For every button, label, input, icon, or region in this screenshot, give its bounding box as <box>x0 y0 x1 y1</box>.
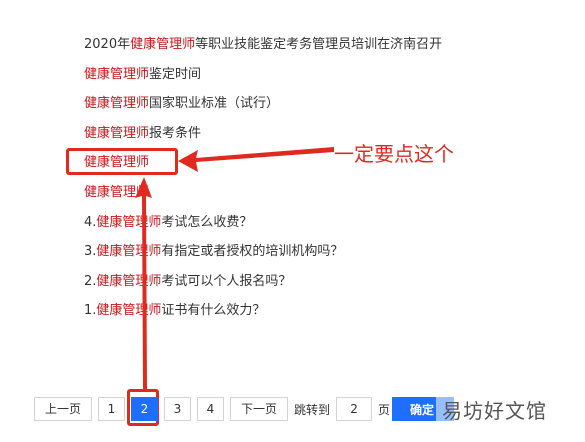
result-item[interactable]: 健康管理师 <box>84 178 442 208</box>
result-keyword: 健康管理师 <box>130 37 196 52</box>
page-numbers: 1234 <box>98 397 230 421</box>
result-keyword: 健康管理师 <box>84 125 150 141</box>
page-button-2[interactable]: 2 <box>131 397 158 421</box>
page-button-4[interactable]: 4 <box>197 397 224 421</box>
result-keyword: 健康管理师 <box>84 184 150 200</box>
result-text: 1. <box>84 303 97 319</box>
result-keyword: 健康管理师 <box>84 66 150 82</box>
page-button-1[interactable]: 1 <box>98 397 125 421</box>
result-item[interactable]: 健康管理师国家职业标准（试行） <box>84 89 442 119</box>
result-keyword: 健康管理师 <box>96 303 162 319</box>
result-text: 等职业技能鉴定考务管理员培训在济南召开 <box>195 37 443 52</box>
prev-page-button[interactable]: 上一页 <box>34 397 92 421</box>
page-suffix-label: 页 <box>378 402 391 417</box>
result-text: 考试怎么收费？ <box>161 214 253 230</box>
result-text: 有指定或者授权的培训机构吗？ <box>161 244 344 260</box>
jump-page-input[interactable] <box>336 397 373 421</box>
result-text: 4. <box>84 214 97 230</box>
result-text: 2020年 <box>84 37 131 52</box>
next-page-button[interactable]: 下一页 <box>230 397 288 421</box>
result-text: 报考条件 <box>149 125 202 141</box>
result-text: 2. <box>84 273 97 289</box>
result-text: 考试可以个人报名吗？ <box>161 273 292 289</box>
result-keyword: 健康管理师 <box>96 214 162 230</box>
result-item[interactable]: 4.健康管理师考试怎么收费？ <box>84 208 442 238</box>
result-item[interactable]: 2.健康管理师考试可以个人报名吗？ <box>84 267 442 297</box>
result-keyword: 健康管理师 <box>96 244 162 260</box>
result-text: 国家职业标准（试行） <box>149 96 280 112</box>
result-text: 证书有什么效力？ <box>161 303 266 319</box>
annotation-callout-text: 一定要点这个 <box>334 142 454 166</box>
result-item[interactable]: 健康管理师鉴定时间 <box>84 60 442 90</box>
page-button-3[interactable]: 3 <box>164 397 191 421</box>
pagination: 上一页 1234 下一页 跳转到 页 <box>34 397 396 421</box>
annotation-highlight-box <box>66 148 178 175</box>
results-list: 2020年健康管理师等职业技能鉴定考务管理员培训在济南召开 健康管理师鉴定时间 健康… <box>84 30 442 326</box>
result-text: 鉴定时间 <box>149 66 202 82</box>
result-item[interactable]: 2020年健康管理师等职业技能鉴定考务管理员培训在济南召开 <box>84 30 442 60</box>
result-keyword: 健康管理师 <box>84 96 150 112</box>
result-text: 3. <box>84 244 97 260</box>
result-item[interactable]: 3.健康管理师有指定或者授权的培训机构吗？ <box>84 237 442 267</box>
watermark: 易坊好文馆 <box>436 394 585 428</box>
jump-to-label: 跳转到 <box>294 402 331 417</box>
result-keyword: 健康管理师 <box>96 273 162 289</box>
result-item[interactable]: 1.健康管理师证书有什么效力？ <box>84 296 442 326</box>
